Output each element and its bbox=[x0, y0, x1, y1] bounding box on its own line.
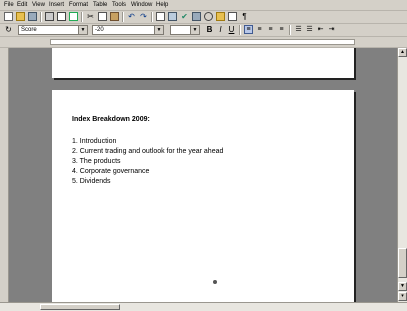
scroll-thumb[interactable] bbox=[398, 248, 407, 278]
index-list: 1. Introduction 2. Current trading and o… bbox=[72, 137, 223, 187]
previous-page[interactable] bbox=[52, 48, 354, 78]
mouse-cursor bbox=[213, 280, 217, 284]
chevron-down-icon: ▼ bbox=[78, 26, 87, 34]
style-value: Score bbox=[21, 27, 37, 33]
next-page-icon[interactable]: ▾ bbox=[398, 292, 407, 301]
vertical-scrollbar[interactable]: ▲ ▼ ▾ bbox=[397, 48, 407, 302]
style-select[interactable]: Score ▼ bbox=[18, 25, 88, 35]
menu-format[interactable]: Format bbox=[69, 1, 88, 9]
chevron-down-icon: ▼ bbox=[154, 26, 163, 34]
undo-icon[interactable]: ↶ bbox=[127, 12, 136, 21]
menu-help[interactable]: Help bbox=[156, 1, 168, 9]
gallery-icon[interactable] bbox=[216, 12, 225, 21]
font-select[interactable]: -20 ▼ bbox=[92, 25, 164, 35]
redo-icon[interactable]: ↷ bbox=[139, 12, 148, 21]
decrease-indent-icon[interactable]: ⇤ bbox=[316, 25, 325, 34]
font-size-select[interactable]: ▼ bbox=[170, 25, 200, 35]
print-preview-icon[interactable] bbox=[57, 12, 66, 21]
toolbar-separator bbox=[122, 12, 124, 22]
open-folder-icon[interactable] bbox=[16, 12, 25, 21]
underline-icon[interactable]: U bbox=[227, 25, 236, 34]
menu-view[interactable]: View bbox=[32, 1, 45, 9]
list-item: 3. The products bbox=[72, 158, 121, 165]
horizontal-ruler[interactable] bbox=[0, 37, 407, 48]
table-icon[interactable] bbox=[156, 12, 165, 21]
toolbar-separator bbox=[239, 25, 241, 35]
menu-insert[interactable]: Insert bbox=[49, 1, 64, 9]
current-page[interactable]: Index Breakdown 2009: 1. Introduction 2.… bbox=[52, 90, 354, 302]
drawing-icon[interactable] bbox=[192, 12, 201, 21]
paste-icon[interactable] bbox=[110, 12, 119, 21]
bullets-icon[interactable]: ☰ bbox=[305, 25, 314, 34]
columns-icon[interactable] bbox=[168, 12, 177, 21]
styles-icon[interactable]: ↻ bbox=[4, 25, 13, 34]
toolbar-separator bbox=[40, 12, 42, 22]
vertical-ruler bbox=[0, 48, 9, 302]
standard-toolbar: ✂ ↶ ↷ ✔ ¶ bbox=[0, 11, 407, 24]
menu-window[interactable]: Window bbox=[131, 1, 152, 9]
cut-icon[interactable]: ✂ bbox=[86, 12, 95, 21]
toolbar-separator bbox=[289, 25, 291, 35]
align-left-icon[interactable]: ≡ bbox=[244, 25, 253, 34]
increase-indent-icon[interactable]: ⇥ bbox=[327, 25, 336, 34]
document-workspace: Index Breakdown 2009: 1. Introduction 2.… bbox=[0, 48, 397, 302]
save-icon[interactable] bbox=[28, 12, 37, 21]
italic-icon[interactable]: I bbox=[216, 25, 225, 34]
copy-icon[interactable] bbox=[98, 12, 107, 21]
align-center-icon[interactable]: ≡ bbox=[255, 25, 264, 34]
document-heading: Index Breakdown 2009: bbox=[72, 116, 150, 123]
menu-table[interactable]: Table bbox=[93, 1, 107, 9]
justify-icon[interactable]: ≡ bbox=[277, 25, 286, 34]
menu-edit[interactable]: Edit bbox=[17, 1, 27, 9]
ruler-strip bbox=[50, 39, 355, 45]
toolbar-separator bbox=[151, 12, 153, 22]
formatting-toolbar: ↻ Score ▼ -20 ▼ ▼ B I U ≡ ≡ ≡ ≡ ☰ ☰ ⇤ ⇥ bbox=[0, 24, 407, 37]
bold-icon[interactable]: B bbox=[205, 25, 214, 34]
datasource-icon[interactable] bbox=[228, 12, 237, 21]
menu-file[interactable]: File bbox=[4, 1, 14, 9]
align-right-icon[interactable]: ≡ bbox=[266, 25, 275, 34]
menu-bar: File Edit View Insert Format Table Tools… bbox=[0, 0, 407, 11]
font-value: -20 bbox=[95, 27, 104, 33]
menu-tools[interactable]: Tools bbox=[112, 1, 126, 9]
print-icon[interactable] bbox=[45, 12, 54, 21]
spellcheck-icon[interactable] bbox=[69, 12, 78, 21]
chevron-down-icon: ▼ bbox=[190, 26, 199, 34]
numbering-icon[interactable]: ☰ bbox=[294, 25, 303, 34]
list-item: 1. Introduction bbox=[72, 138, 117, 145]
check-icon[interactable]: ✔ bbox=[180, 12, 189, 21]
scroll-down-icon[interactable]: ▼ bbox=[398, 282, 407, 291]
new-document-icon[interactable] bbox=[4, 12, 13, 21]
horizontal-scroll-thumb[interactable] bbox=[40, 304, 120, 310]
scroll-up-icon[interactable]: ▲ bbox=[398, 48, 407, 57]
navigator-icon[interactable] bbox=[204, 12, 213, 21]
list-item: 5. Dividends bbox=[72, 178, 111, 185]
toolbar-separator bbox=[81, 12, 83, 22]
list-item: 2. Current trading and outlook for the y… bbox=[72, 148, 224, 155]
list-item: 4. Corporate governance bbox=[72, 168, 150, 175]
pilcrow-icon[interactable]: ¶ bbox=[240, 12, 249, 21]
